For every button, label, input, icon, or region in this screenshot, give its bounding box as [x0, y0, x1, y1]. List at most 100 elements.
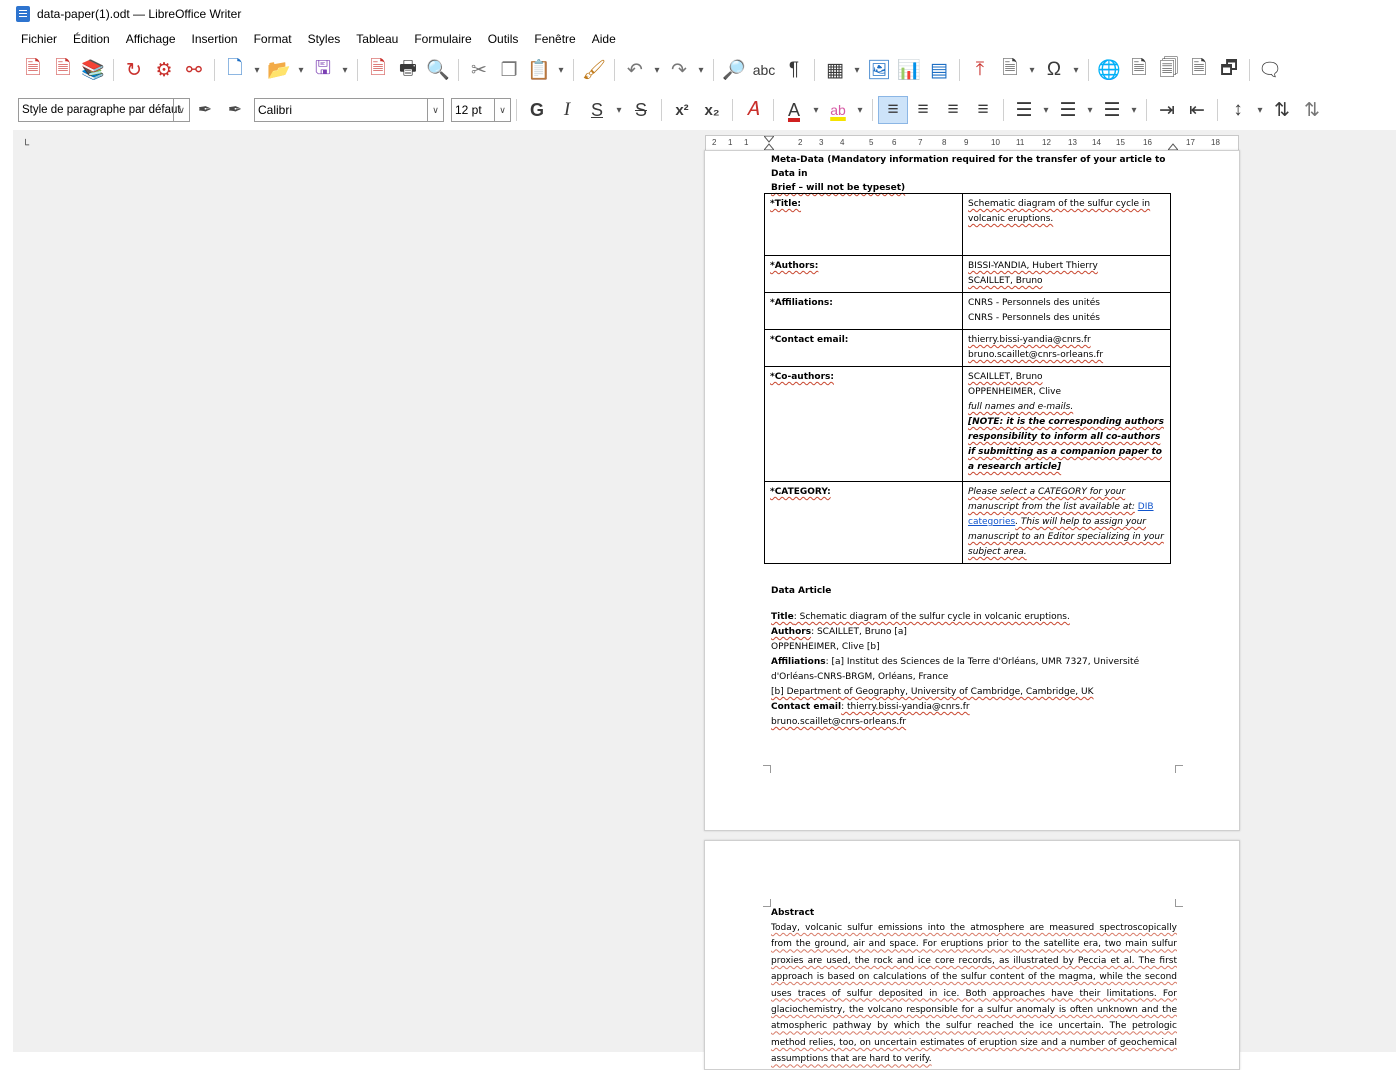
zotero-unlink-icon[interactable]: ⚯ [179, 56, 209, 84]
insert-field-icon[interactable]: 🗎 [995, 56, 1025, 84]
export-zotero-icon[interactable]: 🗎 [18, 56, 48, 84]
menu-format[interactable]: Format [254, 32, 292, 46]
export-pdf-icon[interactable]: 🗎 [363, 56, 393, 84]
save-icon[interactable]: 🖫 [308, 56, 338, 84]
copy-icon[interactable]: ❐ [494, 56, 524, 84]
chevron-down-icon[interactable]: ∨ [494, 99, 510, 121]
line-spacing-icon[interactable]: ↕ [1223, 96, 1253, 124]
increase-indent-icon[interactable]: ⇥ [1152, 96, 1182, 124]
print-icon[interactable]: 🖶 [393, 56, 423, 84]
menu-edition[interactable]: Édition [73, 32, 110, 46]
zotero-bibliography-icon[interactable]: 📚 [78, 56, 108, 84]
cross-reference-icon[interactable]: 🗗 [1214, 56, 1244, 84]
formatting-marks-icon[interactable]: ¶ [779, 56, 809, 84]
right-indent-marker[interactable] [1167, 136, 1179, 150]
find-replace-icon[interactable]: 🔎 [719, 56, 749, 84]
update-style-icon[interactable]: ✒ [190, 96, 220, 124]
justify-icon[interactable]: ≡ [968, 96, 998, 124]
clear-formatting-icon[interactable]: 𝐴 [738, 96, 768, 124]
paste-dropdown-icon[interactable]: ▾ [554, 56, 568, 84]
contact-value-cell[interactable]: thierry.bissi-yandia@cnrs.fr bruno.scail… [962, 329, 1171, 367]
spelling-icon[interactable]: abc [749, 56, 779, 84]
clone-formatting-icon[interactable]: 🖌 [579, 56, 609, 84]
font-color-dropdown-icon[interactable]: ▾ [809, 96, 823, 124]
zotero-refresh-icon[interactable]: ↻ [119, 56, 149, 84]
undo-dropdown-icon[interactable]: ▾ [650, 56, 664, 84]
hyperlink-icon[interactable]: 🌐 [1094, 56, 1124, 84]
table-dropdown-icon[interactable]: ▾ [850, 56, 864, 84]
footnote-icon[interactable]: 🗎 [1124, 56, 1154, 84]
bold-button[interactable]: G [522, 96, 552, 124]
page-break-icon[interactable]: ⤒ [965, 56, 995, 84]
menu-aide[interactable]: Aide [592, 32, 616, 46]
zotero-preferences-icon[interactable]: ⚙ [149, 56, 179, 84]
authors-value-cell[interactable]: BISSI-YANDIA, Hubert Thierry SCAILLET, B… [962, 255, 1171, 293]
zotero-add-citation-icon[interactable]: 🗎 [48, 56, 78, 84]
align-right-icon[interactable]: ≡ [938, 96, 968, 124]
highlight-color-icon[interactable]: ab [823, 96, 853, 124]
numbered-list-dropdown-icon[interactable]: ▾ [1083, 96, 1097, 124]
underline-button[interactable]: S [582, 96, 612, 124]
font-size-select[interactable]: 12 pt ∨ [451, 98, 511, 122]
open-dropdown-icon[interactable]: ▾ [294, 56, 308, 84]
new-document-icon[interactable]: 🗋 [220, 56, 250, 84]
new-style-icon[interactable]: ✒ [220, 96, 250, 124]
special-character-dropdown-icon[interactable]: ▾ [1069, 56, 1083, 84]
line-spacing-dropdown-icon[interactable]: ▾ [1253, 96, 1267, 124]
menu-insertion[interactable]: Insertion [192, 32, 238, 46]
comment-icon[interactable]: 🗨 [1255, 56, 1285, 84]
special-character-icon[interactable]: Ω [1039, 56, 1069, 84]
menu-formulaire[interactable]: Formulaire [414, 32, 471, 46]
insert-table-icon[interactable]: ▦ [820, 56, 850, 84]
tab-stop-selector[interactable]: └ [22, 140, 29, 151]
affiliations-value-cell[interactable]: CNRS - Personnels des unités CNRS - Pers… [962, 292, 1171, 330]
paragraph-style-select[interactable]: Style de paragraphe par défaut ∨ [18, 98, 190, 122]
redo-dropdown-icon[interactable]: ▾ [694, 56, 708, 84]
document-page-2[interactable]: Abstract Today, volcanic sulfur emission… [704, 840, 1240, 1070]
print-preview-icon[interactable]: 🔍 [423, 56, 453, 84]
menu-affichage[interactable]: Affichage [126, 32, 176, 46]
coauthors-value-cell[interactable]: SCAILLET, Bruno OPPENHEIMER, Clive full … [962, 366, 1171, 482]
menu-tableau[interactable]: Tableau [356, 32, 398, 46]
subscript-button[interactable]: x₂ [697, 96, 727, 124]
insert-textbox-icon[interactable]: ▤ [924, 56, 954, 84]
increase-paragraph-spacing-icon[interactable]: ⇅ [1267, 96, 1297, 124]
chevron-down-icon[interactable]: ∨ [427, 99, 443, 121]
menu-styles[interactable]: Styles [308, 32, 341, 46]
menu-outils[interactable]: Outils [488, 32, 519, 46]
font-name-select[interactable]: Calibri ∨ [254, 98, 444, 122]
chevron-down-icon[interactable]: ∨ [173, 99, 189, 121]
numbered-list-icon[interactable]: ☰ [1053, 96, 1083, 124]
insert-chart-icon[interactable]: 📊 [894, 56, 924, 84]
new-dropdown-icon[interactable]: ▾ [250, 56, 264, 84]
bullet-list-dropdown-icon[interactable]: ▾ [1039, 96, 1053, 124]
menu-fichier[interactable]: Fichier [21, 32, 57, 46]
paste-icon[interactable]: 📋 [524, 56, 554, 84]
font-color-icon[interactable]: A [779, 96, 809, 124]
align-left-icon[interactable]: ≡ [878, 96, 908, 124]
redo-icon[interactable]: ↷ [664, 56, 694, 84]
category-value-cell[interactable]: Please select a CATEGORY for your manusc… [962, 481, 1171, 564]
strikethrough-button[interactable]: S [626, 96, 656, 124]
document-page-1[interactable]: Meta-Data (Mandatory information require… [704, 150, 1240, 831]
title-value-cell[interactable]: Schematic diagram of the sulfur cycle in… [962, 193, 1171, 256]
horizontal-ruler[interactable]: 2 1 1 2 3 4 5 6 7 8 9 10 11 12 13 14 15 … [705, 135, 1239, 151]
superscript-button[interactable]: x² [667, 96, 697, 124]
decrease-paragraph-spacing-icon[interactable]: ⇅ [1297, 96, 1327, 124]
align-center-icon[interactable]: ≡ [908, 96, 938, 124]
undo-icon[interactable]: ↶ [620, 56, 650, 84]
save-dropdown-icon[interactable]: ▾ [338, 56, 352, 84]
endnote-icon[interactable]: 🗐 [1154, 56, 1184, 84]
open-folder-icon[interactable]: 📂 [264, 56, 294, 84]
underline-dropdown-icon[interactable]: ▾ [612, 96, 626, 124]
field-dropdown-icon[interactable]: ▾ [1025, 56, 1039, 84]
italic-button[interactable]: I [552, 96, 582, 124]
outline-list-dropdown-icon[interactable]: ▾ [1127, 96, 1141, 124]
cut-icon[interactable]: ✂ [464, 56, 494, 84]
bullet-list-icon[interactable]: ☰ [1009, 96, 1039, 124]
insert-image-icon[interactable]: 🖼 [864, 56, 894, 84]
decrease-indent-icon[interactable]: ⇤ [1182, 96, 1212, 124]
outline-list-icon[interactable]: ☰ [1097, 96, 1127, 124]
menu-fenetre[interactable]: Fenêtre [534, 32, 575, 46]
bookmark-icon[interactable]: 🗎 [1184, 56, 1214, 84]
